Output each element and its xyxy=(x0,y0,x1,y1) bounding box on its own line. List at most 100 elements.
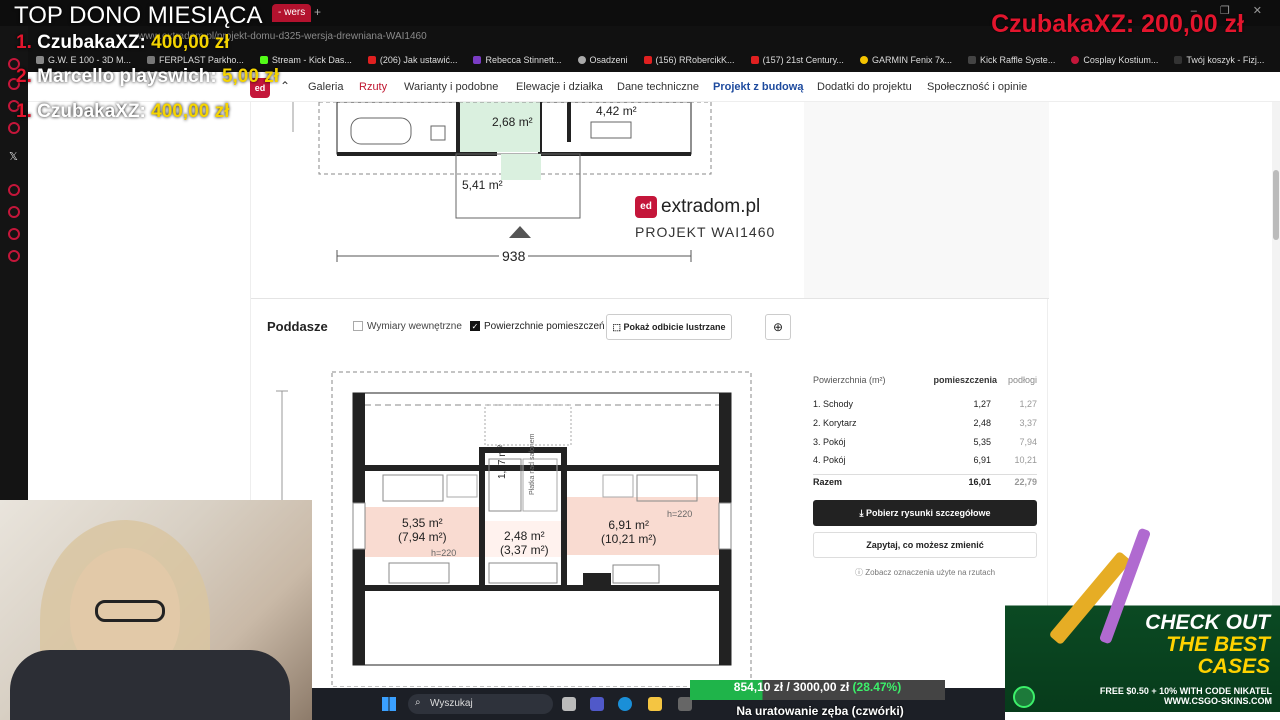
attic-section: Poddasze Wymiary wewnętrzne ✓ Powierzchni… xyxy=(251,298,1049,692)
donor-entry: 1. CzubakaXZ: 400,00 zł xyxy=(16,101,230,122)
ask-changes-button[interactable]: Zapytaj, co możesz zmienić xyxy=(813,532,1037,558)
bookmark-item[interactable]: Osadzeni xyxy=(570,55,636,65)
room-area-label: 5,41 m² xyxy=(462,178,503,192)
youtube-icon xyxy=(367,56,376,64)
table-row: 1. Schody 1,27 1,27 xyxy=(813,399,1037,409)
plan-side-panel xyxy=(804,102,1049,298)
search-icon: ⌕ xyxy=(415,697,421,708)
tab-label: - wers xyxy=(278,7,306,18)
bookmark-item[interactable]: Kick Raffle Syste... xyxy=(960,55,1063,65)
project-code: PROJEKT WAI1460 xyxy=(635,224,776,240)
room-area-label: 4,42 m² xyxy=(596,104,637,118)
zoom-in-icon[interactable]: ⊕ xyxy=(765,314,791,340)
stairs-area: 1,27 m² xyxy=(497,445,508,479)
floorplan-content: 2,68 m² 4,42 m² 5,41 m² 938 ed extradom.… xyxy=(250,102,1049,692)
room-3-area: 5,35 m² (7,94 m²) xyxy=(398,516,447,544)
download-drawings-button[interactable]: ⤓ Pobierz rysunki szczegółowe xyxy=(813,500,1037,526)
table-row: 4. Pokój 6,91 10,21 xyxy=(813,455,1037,465)
room-area-label: 2,68 m² xyxy=(492,115,533,129)
scrollbar-thumb[interactable] xyxy=(1273,170,1279,240)
height-label: h=220 xyxy=(667,509,693,519)
legend-note[interactable]: ⓘ Zobacz oznaczenia użyte na rzutach xyxy=(813,567,1037,578)
mirror-icon: ⬚ xyxy=(612,322,624,332)
browser-sidebar: 𝕏 xyxy=(0,26,28,506)
bookmark-item[interactable]: (157) 21st Century... xyxy=(743,55,852,65)
webcam-body xyxy=(10,650,290,720)
youtube-icon xyxy=(750,56,759,64)
attic-floor-plan xyxy=(276,371,752,687)
bookmark-item[interactable]: GARMIN Fenix 7x... xyxy=(852,55,960,65)
bookmark-item[interactable]: Stream - Kick Das... xyxy=(252,55,360,65)
mirror-view-button[interactable]: ⬚ Pokaż odbicie lustrzane xyxy=(606,314,732,340)
youtube-icon xyxy=(643,56,652,64)
teams-icon[interactable] xyxy=(590,697,604,711)
bookmark-icon xyxy=(473,56,482,64)
nav-spolecznosc[interactable]: Społeczność i opinie xyxy=(927,81,1027,93)
bookmark-icon xyxy=(859,56,868,64)
bookmark-item[interactable]: (206) Jak ustawić... xyxy=(360,55,466,65)
donors-title: TOP DONO MIESIĄCA xyxy=(14,2,263,29)
donor-entry: 1. CzubakaXZ: 400,00 zł xyxy=(16,32,230,53)
sidebar-icon[interactable] xyxy=(8,184,20,196)
room-areas-toggle[interactable]: ✓ Powierzchnie pomieszczeń xyxy=(470,321,605,332)
sidebar-icon[interactable] xyxy=(8,122,20,134)
nav-projekt-z-budowa[interactable]: Projekt z budową xyxy=(713,81,803,93)
table-row: 3. Pokój 5,35 7,94 xyxy=(813,437,1037,447)
webcam-glasses xyxy=(95,600,165,622)
donation-goal-bar: 854,10 zł / 3000,00 zł (28.47%) xyxy=(690,680,945,700)
area-table-header: Powierzchnia (m²) pomieszczenia podłogi xyxy=(813,375,1037,385)
clock-icon[interactable] xyxy=(8,206,20,218)
new-tab-icon[interactable]: + xyxy=(314,5,321,19)
bookmark-icon xyxy=(147,56,156,64)
info-icon: ⓘ xyxy=(854,568,866,577)
start-icon[interactable] xyxy=(382,697,396,711)
table-total-row: Razem 16,01 22,79 xyxy=(813,474,1037,487)
extradom-brand-icon: ed xyxy=(635,196,657,218)
bookmark-item[interactable]: Twój koszyk - Fizj... xyxy=(1166,55,1272,65)
bookmark-item[interactable]: (156) RRobercikK... xyxy=(636,55,743,65)
gear-icon[interactable] xyxy=(8,250,20,262)
browser-tab[interactable]: - wers xyxy=(272,4,312,22)
donor-entry: 2. Marcello playswich: 5,00 zł xyxy=(16,66,279,87)
nav-dane[interactable]: Dane techniczne xyxy=(617,81,699,93)
nav-warianty[interactable]: Warianty i podobne xyxy=(404,81,498,93)
nav-dodatki[interactable]: Dodatki do projektu xyxy=(817,81,912,93)
bookmark-icon xyxy=(1071,56,1080,64)
bookmark-item[interactable]: FERPLAST Parkho... xyxy=(139,55,252,65)
task-view-icon[interactable] xyxy=(562,697,576,711)
bookmark-icon xyxy=(36,56,44,64)
attic-title: Poddasze xyxy=(267,319,328,334)
ad-logo-icon xyxy=(1013,686,1035,708)
nav-elewacje[interactable]: Elewacje i działka xyxy=(516,81,603,93)
dimension-label: 938 xyxy=(499,248,529,264)
table-row: 2. Korytarz 2,48 3,37 xyxy=(813,418,1037,428)
attic-note: Płatka nad salonem xyxy=(529,433,536,495)
checkbox-unchecked[interactable] xyxy=(353,321,363,332)
ad-headline: CHECK OUT THE BEST CASES xyxy=(1145,611,1270,678)
bookmark-icon xyxy=(577,56,586,64)
explorer-icon[interactable] xyxy=(648,697,662,711)
latest-donation: CzubakaXZ: 200,00 zł xyxy=(991,10,1244,38)
csgo-skins-ad[interactable]: CHECK OUT THE BEST CASES FREE $0.50 + 10% … xyxy=(1005,527,1280,712)
nav-galeria[interactable]: Galeria xyxy=(308,81,343,93)
ad-promo: FREE $0.50 + 10% WITH CODE NIKATEL WWW.CS… xyxy=(1099,686,1272,706)
sidebar-icon[interactable] xyxy=(8,228,20,240)
goal-caption: Na uratowanie zęba (czwórki) xyxy=(736,704,904,718)
room-4-area: 6,91 m² (10,21 m²) xyxy=(601,518,657,546)
bookmark-icon xyxy=(1174,56,1183,64)
bookmark-item[interactable]: Cosplay Kostium... xyxy=(1063,55,1166,65)
brand-name: extradom.pl xyxy=(661,196,761,217)
streamer-webcam xyxy=(0,500,312,720)
height-label: h=220 xyxy=(431,548,457,558)
edge-icon[interactable] xyxy=(618,697,632,711)
x-icon[interactable]: 𝕏 xyxy=(9,150,18,163)
nav-rzuty[interactable]: Rzuty xyxy=(359,81,387,93)
taskbar-search[interactable]: ⌕ Wyszukaj xyxy=(408,694,553,714)
bookmark-item[interactable]: G.W. E 100 - 3D M... xyxy=(28,55,139,65)
checkbox-checked[interactable]: ✓ xyxy=(470,321,480,332)
bookmark-icon xyxy=(967,56,976,64)
bookmark-item[interactable]: Rebecca Stinnett... xyxy=(465,55,569,65)
chevron-up-icon[interactable]: ⌃ xyxy=(280,79,290,93)
room-2-area: 2,48 m² (3,37 m²) xyxy=(500,529,549,557)
inner-dimensions-toggle[interactable]: Wymiary wewnętrzne xyxy=(353,321,462,332)
